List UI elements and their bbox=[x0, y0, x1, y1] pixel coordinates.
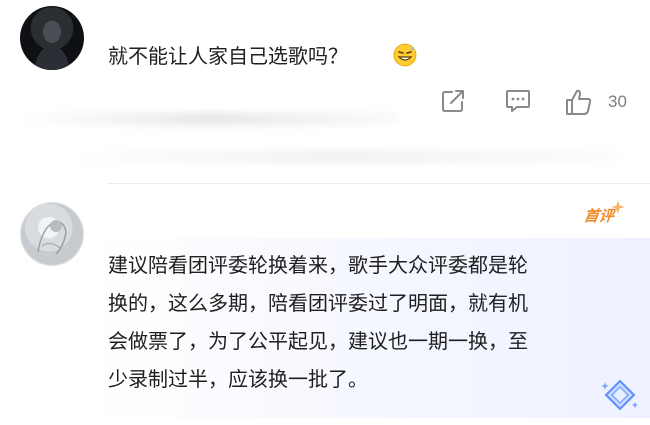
comment-line: 少录制过半，应该换一批了。 bbox=[108, 367, 368, 391]
comment-line: 会做票了，为了公平起见，建议也一期一换，至 bbox=[108, 329, 528, 353]
comment-line: 换的，这么多期，陪看团评委过了明面，就有机 bbox=[108, 291, 528, 315]
like-count: 30 bbox=[608, 92, 627, 111]
blurred-text bbox=[60, 150, 620, 164]
comment-divider bbox=[108, 183, 650, 184]
comment-icon[interactable] bbox=[504, 88, 532, 114]
sparkle-icon bbox=[611, 200, 625, 214]
user-avatar[interactable] bbox=[20, 202, 84, 266]
thumbs-up-icon[interactable] bbox=[564, 88, 594, 116]
diamond-sparkle-icon bbox=[601, 379, 638, 411]
comment-text: 就不能让人家自己选歌吗？ bbox=[108, 44, 348, 68]
blurred-text bbox=[20, 112, 400, 126]
share-icon[interactable] bbox=[440, 88, 466, 114]
comment-actions: 30 bbox=[440, 88, 640, 118]
user-avatar[interactable] bbox=[20, 6, 84, 70]
comment-line: 建议陪看团评委轮换着来，歌手大众评委都是轮 bbox=[108, 253, 528, 277]
grinning-sweat-emoji bbox=[393, 43, 417, 67]
comment-text: 建议陪看团评委轮换着来，歌手大众评委都是轮 换的，这么多期，陪看团评委过了明面，… bbox=[108, 246, 628, 398]
